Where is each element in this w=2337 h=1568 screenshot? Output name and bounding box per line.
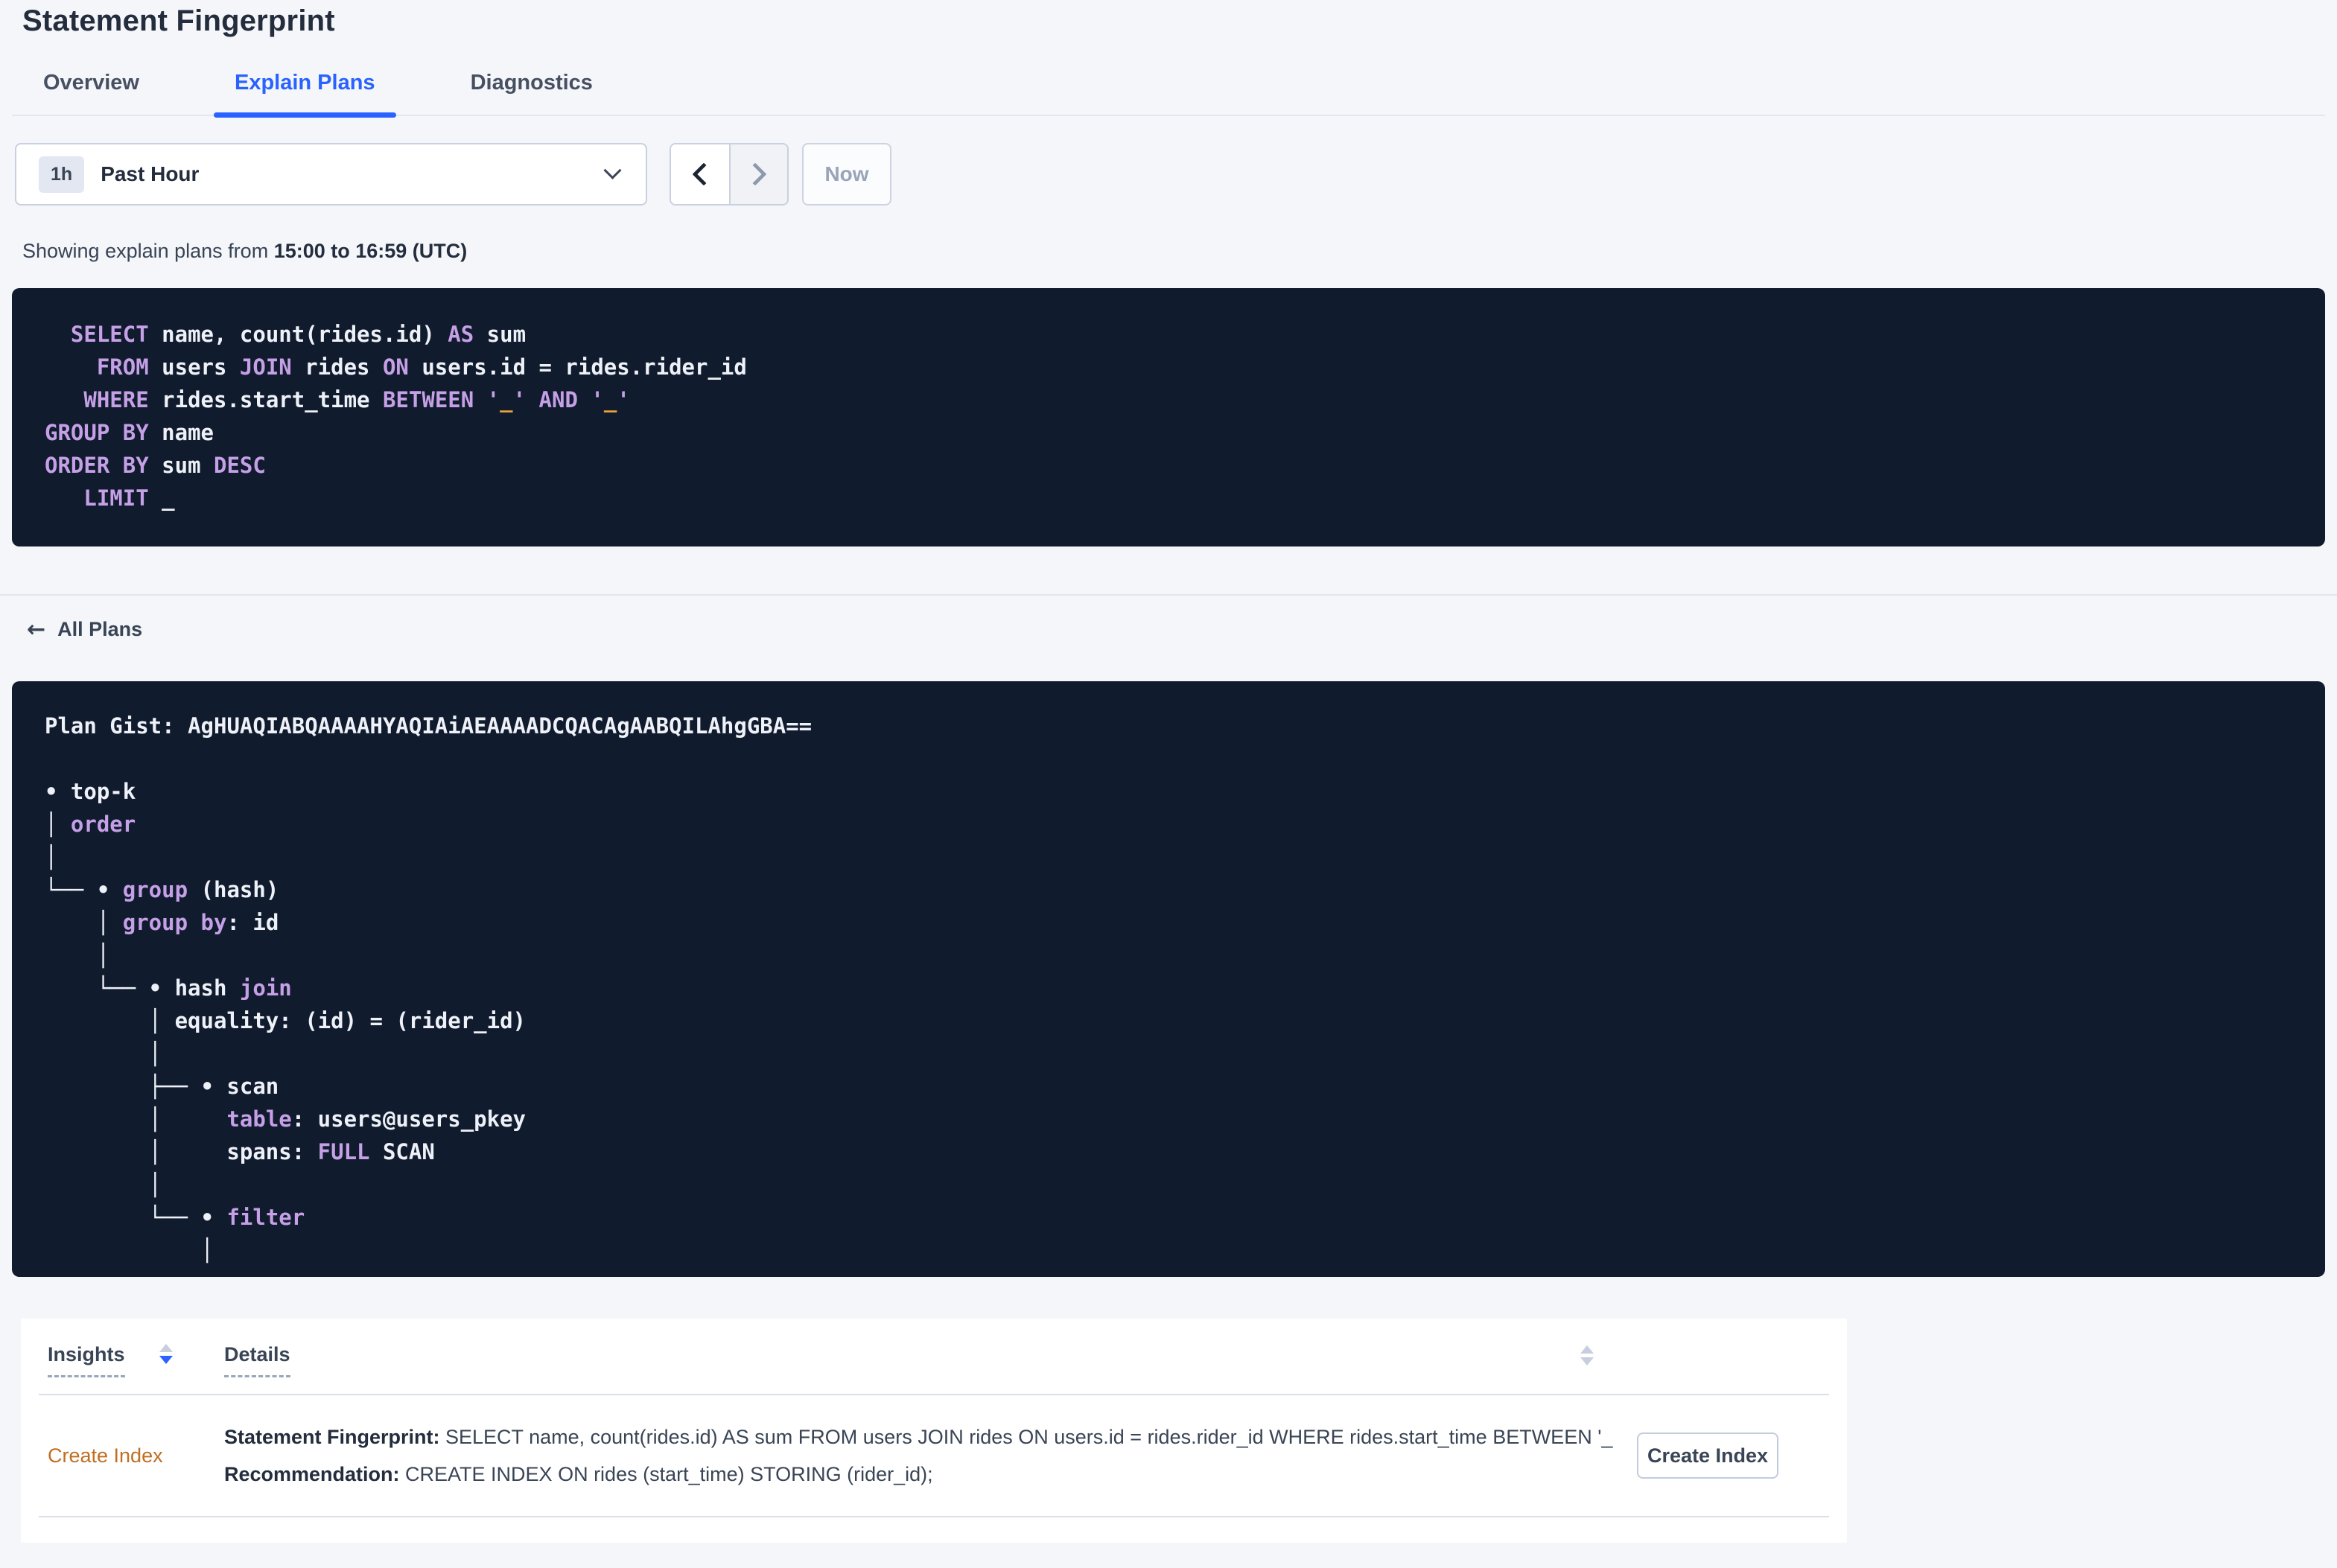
recommendation-text: CREATE INDEX ON rides (start_time) STORI…: [399, 1463, 933, 1486]
plan-gist-line: Plan Gist: AgHUAQIABQAAAAHYAQIAiAEAAAADC…: [45, 710, 2292, 742]
code-line: │: [45, 943, 110, 968]
tab-explain-plans[interactable]: Explain Plans: [213, 71, 396, 118]
code-line: │: [45, 1041, 162, 1066]
code-line: └── • hash join: [45, 975, 292, 1001]
code-line: GROUP BY name: [45, 420, 214, 445]
details-header-label[interactable]: Details: [224, 1342, 290, 1378]
section-divider: [0, 594, 2337, 596]
code-line: ├── • scan: [45, 1074, 279, 1099]
sort-up-triangle: [1580, 1345, 1594, 1354]
code-line: │ equality: (id) = (rider_id): [45, 1008, 527, 1033]
code-line: └── • filter: [45, 1205, 305, 1230]
showing-prefix: Showing explain plans from: [22, 240, 274, 262]
chevron-left-icon: [692, 162, 716, 186]
time-range-badge: 1h: [39, 156, 85, 193]
chevron-down-icon: [603, 161, 622, 179]
insights-column-header: Insights: [48, 1342, 224, 1378]
chevron-right-icon: [743, 162, 767, 186]
code-line: ORDER BY sum DESC: [45, 453, 266, 478]
sort-down-triangle: [1580, 1357, 1594, 1365]
all-plans-link[interactable]: ← All Plans: [27, 618, 142, 641]
insights-table: Insights Details Create Index Statement …: [21, 1319, 1847, 1543]
recommendation-label: Recommendation:: [224, 1463, 400, 1486]
code-line: SELECT name, count(rides.id) AS sum: [70, 322, 527, 347]
code-line: │: [45, 1237, 214, 1263]
code-line: • top-k: [45, 779, 136, 804]
details-recommendation-line: Recommendation: CREATE INDEX ON rides (s…: [224, 1456, 1615, 1493]
sort-down-triangle: [159, 1356, 173, 1364]
table-row: Create Index Statement Fingerprint: SELE…: [39, 1395, 1829, 1518]
time-range-select[interactable]: 1h Past Hour: [15, 143, 647, 205]
insights-header-label[interactable]: Insights: [48, 1342, 125, 1378]
all-plans-label: All Plans: [57, 618, 143, 640]
code-line: │: [45, 1172, 162, 1197]
tab-bar: Overview Explain Plans Diagnostics: [12, 71, 2325, 118]
next-time-button[interactable]: [729, 144, 787, 204]
code-line: FROM users JOIN rides ON users.id = ride…: [96, 354, 747, 380]
code-line: WHERE rides.start_time BETWEEN '_' AND '…: [83, 387, 630, 412]
sql-statement-box: SELECT name, count(rides.id) AS sum FROM…: [12, 288, 2325, 546]
time-range-label: Past Hour: [101, 162, 200, 185]
code-line: │ spans: FULL SCAN: [45, 1139, 435, 1164]
code-line: └── • group (hash): [45, 877, 279, 902]
insight-details: Statement Fingerprint: SELECT name, coun…: [224, 1418, 1615, 1493]
arrow-left-icon: ←: [27, 616, 46, 643]
prev-time-button[interactable]: [671, 144, 729, 204]
tab-diagnostics[interactable]: Diagnostics: [450, 71, 614, 115]
code-line: │: [45, 844, 58, 870]
page-title: Statement Fingerprint: [22, 4, 335, 37]
plan-tree: • top-k │ order │ └── • group (hash) │ grou…: [45, 775, 2292, 1266]
code-line: LIMIT _: [83, 485, 175, 511]
plan-gist-box[interactable]: Plan Gist: AgHUAQIABQAAAAHYAQIAiAEAAAADC…: [12, 681, 2325, 1277]
plan-gist-value: AgHUAQIABQAAAAHYAQIAiAEAAAADCQACAgAABQIL…: [188, 713, 813, 739]
code-line: │ order: [45, 812, 136, 837]
code-line: │ table: users@users_pkey: [45, 1106, 527, 1132]
create-index-button[interactable]: Create Index: [1637, 1432, 1778, 1479]
time-nav-group: [670, 143, 789, 205]
fingerprint-text: SELECT name, count(rides.id) AS sum FROM…: [439, 1426, 1615, 1449]
fingerprint-label: Statement Fingerprint:: [224, 1426, 440, 1449]
time-toolbar: 1h Past Hour Now: [12, 143, 2325, 205]
sort-up-triangle: [159, 1344, 173, 1352]
insight-type-label: Create Index: [48, 1444, 163, 1467]
now-button[interactable]: Now: [802, 143, 891, 205]
details-fingerprint-line: Statement Fingerprint: SELECT name, coun…: [224, 1418, 1615, 1456]
sort-icon-insights[interactable]: [159, 1344, 173, 1364]
plan-gist-label: Plan Gist:: [45, 713, 188, 739]
tab-overview[interactable]: Overview: [22, 71, 160, 115]
sort-icon-details[interactable]: [1580, 1345, 1594, 1365]
showing-range-text: Showing explain plans from 15:00 to 16:5…: [22, 240, 2325, 263]
insights-table-header: Insights Details: [39, 1341, 1829, 1394]
showing-range-bold: 15:00 to 16:59 (UTC): [273, 240, 468, 262]
code-line: │ group by: id: [45, 910, 279, 935]
page: Statement Fingerprint Overview Explain P…: [0, 0, 2337, 1543]
